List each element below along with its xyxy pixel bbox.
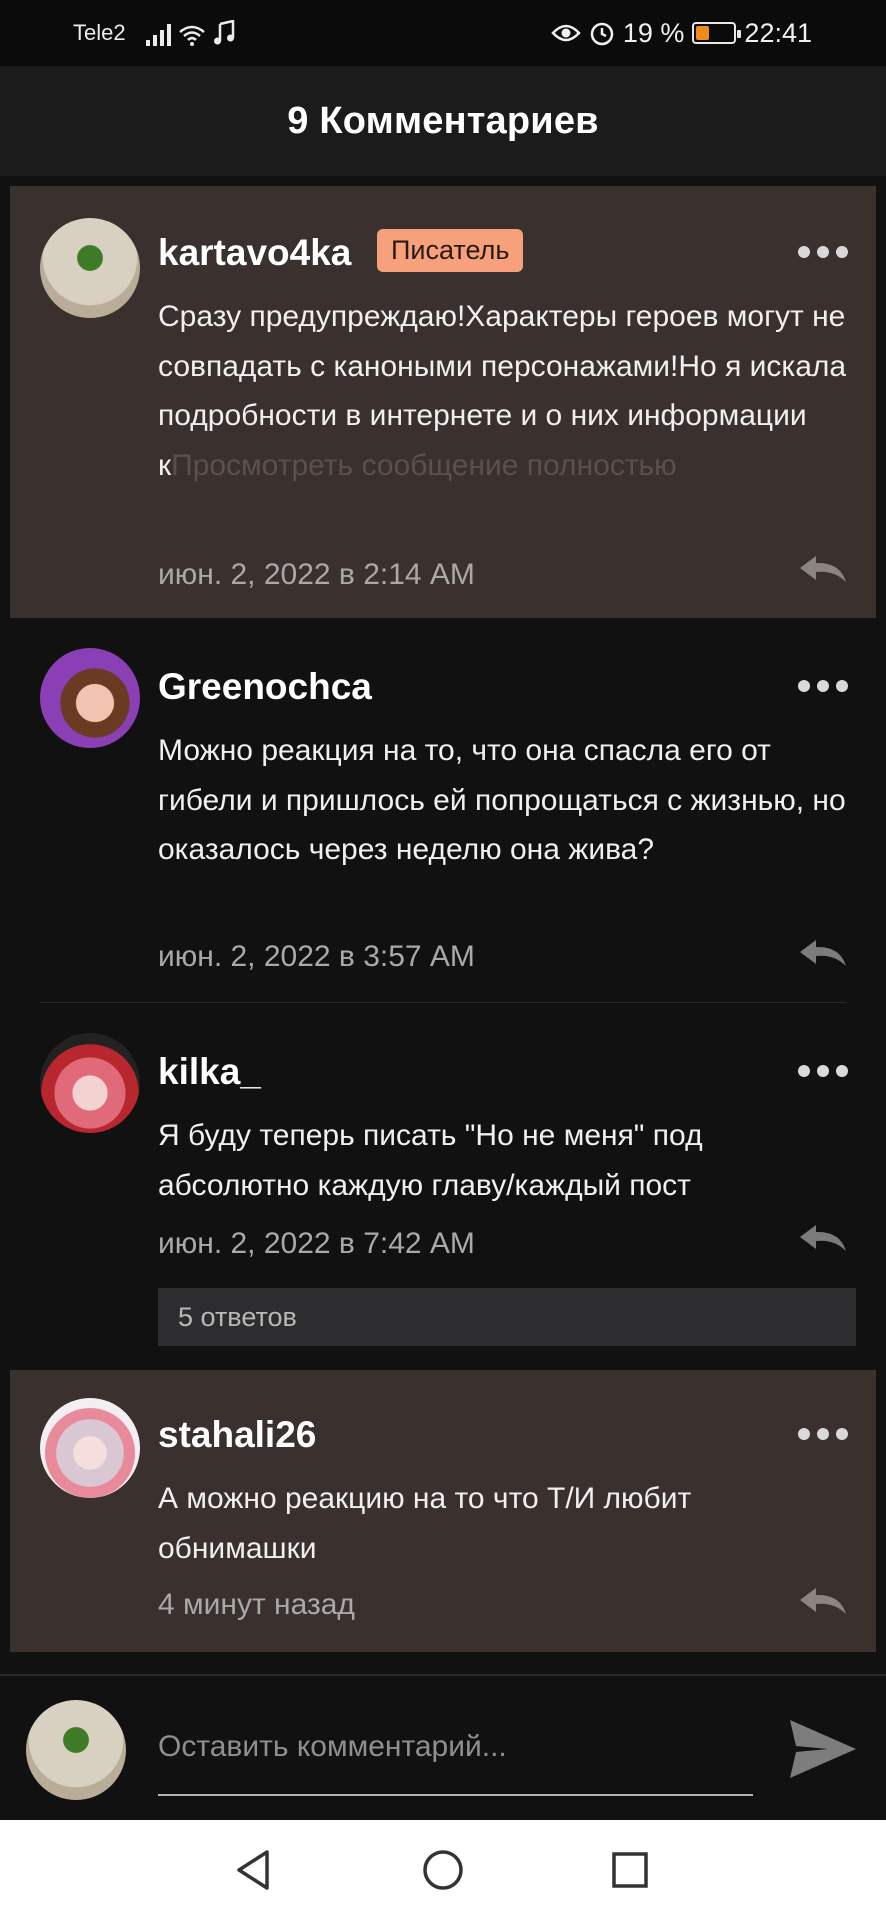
comment-username[interactable]: stahali26 xyxy=(158,1414,316,1456)
back-icon[interactable] xyxy=(233,1848,273,1892)
alarm-icon xyxy=(590,22,614,46)
avatar[interactable] xyxy=(40,648,140,748)
avatar[interactable] xyxy=(40,1033,140,1133)
comment-input[interactable]: Оставить комментарий... xyxy=(158,1730,507,1764)
home-icon[interactable] xyxy=(421,1848,465,1892)
more-options-icon[interactable] xyxy=(798,246,848,258)
page-title: 9 Комментариев xyxy=(287,99,599,142)
comments-header: 9 Комментариев xyxy=(0,66,886,176)
comment-text: А можно реакцию на то что Т/И любит обни… xyxy=(158,1482,692,1565)
more-options-icon[interactable] xyxy=(798,680,848,692)
comment-date: 4 минут назад xyxy=(158,1588,355,1621)
comment-username[interactable]: kilka_ xyxy=(158,1051,261,1093)
eye-icon xyxy=(551,24,581,42)
send-icon[interactable] xyxy=(788,1716,858,1782)
recent-apps-icon[interactable] xyxy=(610,1848,650,1892)
wifi-icon xyxy=(179,25,205,46)
more-options-icon[interactable] xyxy=(798,1428,848,1440)
comment-text: Сразу предупреждаю!Характеры героев могу… xyxy=(158,300,847,482)
comment-item: kartavo4ka Писатель Сразу предупреждаю!Х… xyxy=(10,186,876,618)
view-replies-button[interactable]: 5 ответов xyxy=(158,1288,856,1346)
reply-icon[interactable] xyxy=(798,1586,848,1616)
current-user-avatar xyxy=(26,1700,126,1800)
comment-item: stahali26 А можно реакцию на то что Т/И … xyxy=(10,1370,876,1652)
comment-date: июн. 2, 2022 в 3:57 AM xyxy=(158,940,475,973)
comment-username[interactable]: Greenochca xyxy=(158,666,372,708)
comment-date: июн. 2, 2022 в 7:42 AM xyxy=(158,1227,475,1260)
input-underline xyxy=(158,1794,753,1796)
reply-icon[interactable] xyxy=(798,1223,848,1253)
view-full-message-link[interactable]: Просмотреть сообщение полностью xyxy=(171,449,677,482)
comment-date: июн. 2, 2022 в 2:14 AM xyxy=(158,558,475,591)
writer-badge: Писатель xyxy=(377,229,524,272)
battery-percent: 19 % xyxy=(622,17,685,48)
reply-icon[interactable] xyxy=(798,938,848,968)
system-nav-bar xyxy=(0,1820,886,1920)
clock: 22:41 xyxy=(744,17,812,48)
comment-text: Я буду теперь писать "Но не меня" под аб… xyxy=(158,1119,703,1202)
signal-icon xyxy=(146,22,171,46)
avatar[interactable] xyxy=(40,218,140,318)
reply-icon[interactable] xyxy=(798,554,848,584)
comment-text: Можно реакция на то, что она спасла его … xyxy=(158,734,846,866)
comment-composer: Оставить комментарий... xyxy=(0,1674,886,1820)
music-note-icon xyxy=(214,20,235,45)
carrier-name: Tele2 xyxy=(73,20,126,45)
comment-item: Greenochca Можно реакция на то, что она … xyxy=(10,618,876,1002)
comment-username[interactable]: kartavo4ka xyxy=(158,232,351,274)
status-bar: Tele2 19 % 22:41 xyxy=(0,0,886,66)
avatar[interactable] xyxy=(40,1398,140,1498)
battery-icon xyxy=(692,22,742,44)
comment-item: kilka_ Я буду теперь писать "Но не меня"… xyxy=(10,1003,876,1363)
more-options-icon[interactable] xyxy=(798,1065,848,1077)
